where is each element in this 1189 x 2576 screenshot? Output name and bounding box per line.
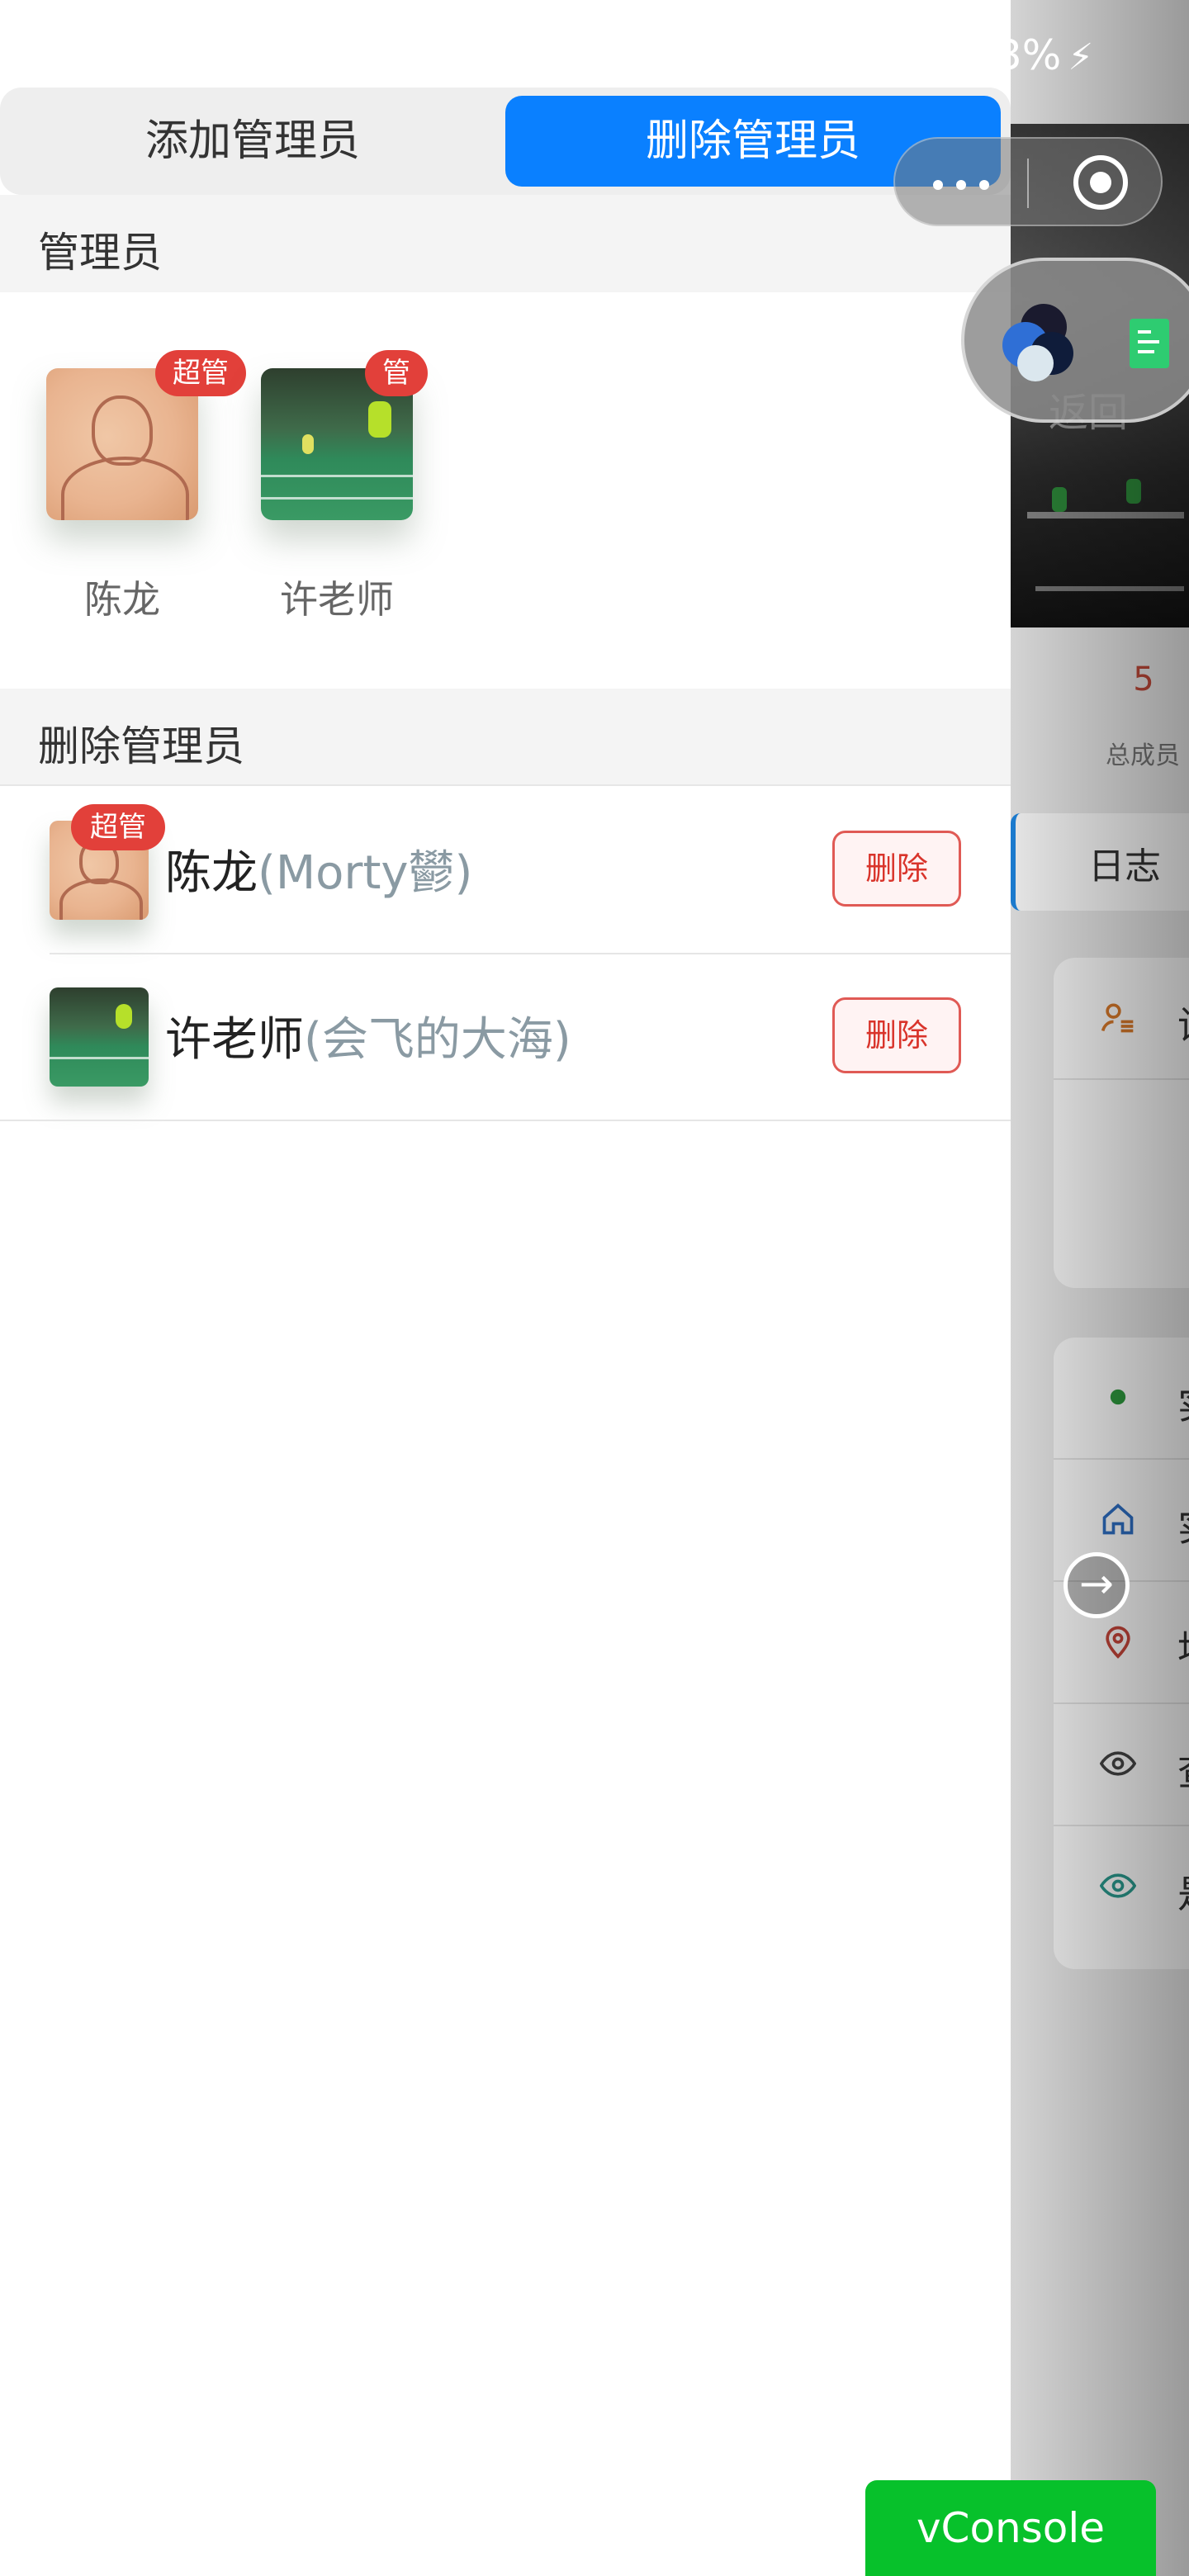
member-count-label: 总成员	[1106, 741, 1180, 770]
delete-button[interactable]: 删除	[832, 831, 961, 907]
admin-name: 许老师	[280, 577, 394, 622]
document-icon	[1130, 319, 1169, 368]
arrow-right-circle-icon[interactable]: →	[1063, 1552, 1130, 1618]
vconsole-button[interactable]: vConsole	[865, 2480, 1156, 2576]
super-admin-badge: 超管	[71, 804, 165, 850]
eye-icon	[1100, 1873, 1136, 1898]
list-item: 超管 陈龙(Morty鬰) 删除	[0, 788, 1011, 954]
admin-nickname: (Morty鬰)	[258, 846, 473, 900]
home-icon	[1102, 1503, 1134, 1535]
dot-icon	[1110, 1389, 1126, 1405]
background-card-row[interactable]: 设	[1054, 958, 1189, 1080]
log-button[interactable]: 日志	[1011, 813, 1189, 911]
admin-nickname: (会飞的大海)	[304, 1013, 571, 1067]
admin-name: 陈龙(Morty鬰)	[165, 846, 473, 900]
background-card-row[interactable]: 实	[1054, 1338, 1189, 1460]
close-capsule-icon[interactable]	[1073, 155, 1128, 210]
user-list-icon	[1101, 1003, 1134, 1033]
tab-bar: 添加管理员 删除管理员	[0, 88, 1011, 195]
member-count: 5	[1133, 661, 1154, 698]
avatar	[50, 987, 149, 1087]
admin-badge: 管	[365, 350, 428, 396]
charging-bolt-icon: ⚡	[1068, 36, 1094, 78]
section-header-admins: 管理员	[0, 195, 1011, 292]
tab-add-admin[interactable]: 添加管理员	[10, 96, 495, 187]
background-card: 实 实 地 查 是	[1054, 1338, 1189, 1969]
admin-name: 陈龙	[84, 577, 160, 622]
miniprogram-capsule	[893, 137, 1163, 226]
list-item: 许老师(会飞的大海) 删除	[0, 954, 1011, 1121]
floating-ball[interactable]	[961, 258, 1189, 423]
background-card-row[interactable]: 查	[1054, 1704, 1189, 1826]
section-header-delete-admins: 删除管理员	[0, 689, 1011, 786]
more-icon[interactable]	[933, 180, 999, 190]
admin-name: 许老师(会飞的大海)	[165, 1013, 571, 1067]
delete-button[interactable]: 删除	[832, 997, 961, 1073]
admin-drawer: 添加管理员 删除管理员 管理员 超管 陈龙 管 许老师 删除管理员 超管 陈龙(…	[0, 0, 1011, 2576]
app-logo-icon	[1002, 304, 1073, 381]
background-card-row[interactable]: 是	[1054, 1826, 1189, 1949]
eye-icon	[1100, 1751, 1136, 1776]
background-card: 设	[1054, 958, 1189, 1288]
location-pin-icon	[1106, 1626, 1130, 1659]
super-admin-badge: 超管	[155, 350, 246, 396]
